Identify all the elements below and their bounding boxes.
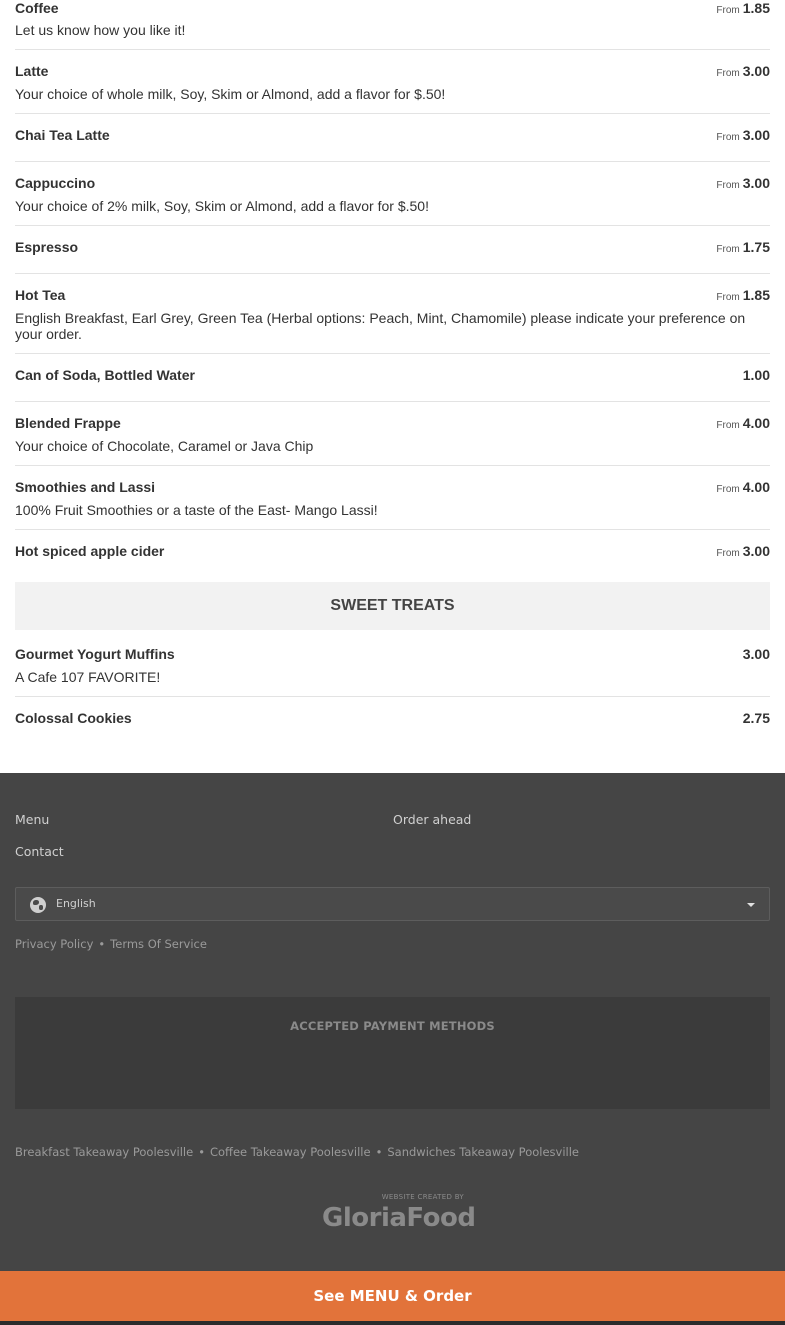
brand-name: GloriaFood bbox=[322, 1203, 476, 1233]
see-menu-order-button[interactable]: See MENU & Order bbox=[0, 1271, 785, 1321]
price-value: 1.85 bbox=[742, 0, 770, 16]
bottom-strip bbox=[0, 1321, 785, 1325]
sweet-treats-list: Gourmet Yogurt Muffins 3.00 A Cafe 107 F… bbox=[15, 630, 770, 745]
menu-item[interactable]: Smoothies and Lassi From 4.00 100% Fruit … bbox=[15, 466, 770, 530]
menu-item-description: Let us know how you like it! bbox=[15, 22, 186, 38]
menu-item-price: From 3.00 bbox=[716, 63, 770, 79]
chevron-down-icon bbox=[747, 903, 755, 907]
menu-item-price: From 4.00 bbox=[716, 415, 770, 431]
price-value: 3.00 bbox=[742, 175, 770, 191]
terms-of-service-link[interactable]: Terms Of Service bbox=[110, 937, 207, 951]
menu-item[interactable]: Hot Tea From 1.85 English Breakfast, Earl… bbox=[15, 274, 770, 354]
menu-item[interactable]: Can of Soda, Bottled Water 1.00 bbox=[15, 354, 770, 402]
language-select[interactable]: English bbox=[15, 887, 770, 921]
menu-item-name: Cappuccino bbox=[15, 175, 96, 191]
menu-item-description: Your choice of Chocolate, Caramel or Jav… bbox=[15, 438, 314, 454]
gloriafood-logo[interactable]: WEBSITE CREATED BY GloriaFood bbox=[322, 1193, 476, 1233]
menu-item[interactable]: Espresso From 1.75 bbox=[15, 226, 770, 274]
menu-item-name: Coffee bbox=[15, 0, 59, 16]
menu-item[interactable]: Coffee From 1.85 Let us know how you like… bbox=[15, 0, 770, 50]
seo-link-sandwiches[interactable]: Sandwiches Takeaway Poolesville bbox=[387, 1145, 579, 1159]
price-prefix: From bbox=[716, 244, 740, 255]
menu-item-price: From 1.85 bbox=[716, 0, 770, 16]
globe-icon bbox=[30, 897, 46, 913]
seo-link-breakfast[interactable]: Breakfast Takeaway Poolesville bbox=[15, 1145, 193, 1159]
price-value: 3.00 bbox=[742, 63, 770, 79]
menu-item-price: From 1.75 bbox=[716, 239, 770, 255]
menu-item[interactable]: Cappuccino From 3.00 Your choice of 2% mi… bbox=[15, 162, 770, 226]
price-value: 1.75 bbox=[742, 239, 770, 255]
menu-item-description: 100% Fruit Smoothies or a taste of the E… bbox=[15, 502, 378, 518]
menu-item-description: English Breakfast, Earl Grey, Green Tea … bbox=[15, 310, 746, 342]
brand-created-by: WEBSITE CREATED BY bbox=[381, 1193, 464, 1201]
price-prefix: From bbox=[716, 548, 740, 559]
menu-item-name: Gourmet Yogurt Muffins bbox=[15, 646, 175, 662]
seo-link-coffee[interactable]: Coffee Takeaway Poolesville bbox=[210, 1145, 371, 1159]
payment-methods-title: ACCEPTED PAYMENT METHODS bbox=[290, 1019, 495, 1033]
footer-link-contact[interactable]: Contact bbox=[15, 844, 64, 859]
payment-methods-box: ACCEPTED PAYMENT METHODS bbox=[15, 997, 770, 1109]
menu-item-price: From 1.85 bbox=[716, 287, 770, 303]
price-value: 1.85 bbox=[742, 287, 770, 303]
menu-list: Coffee From 1.85 Let us know how you like… bbox=[15, 0, 770, 578]
price-prefix: From bbox=[716, 292, 740, 303]
price-prefix: From bbox=[716, 132, 740, 143]
price-prefix: From bbox=[716, 420, 740, 431]
site-footer: Menu Order ahead Contact English Privacy… bbox=[0, 773, 785, 1271]
price-prefix: From bbox=[716, 484, 740, 495]
price-prefix: From bbox=[716, 5, 740, 16]
footer-link-order-ahead[interactable]: Order ahead bbox=[393, 812, 471, 827]
menu-item[interactable]: Colossal Cookies 2.75 bbox=[15, 697, 770, 745]
separator: • bbox=[375, 1145, 383, 1159]
price-prefix: From bbox=[716, 68, 740, 79]
menu-item-name: Chai Tea Latte bbox=[15, 127, 110, 143]
price-value: 4.00 bbox=[742, 415, 770, 431]
menu-item-price: From 3.00 bbox=[716, 175, 770, 191]
menu-item-name: Colossal Cookies bbox=[15, 710, 132, 726]
menu-item-name: Smoothies and Lassi bbox=[15, 479, 156, 495]
price-value: 4.00 bbox=[742, 479, 770, 495]
menu-item-price: 1.00 bbox=[740, 367, 770, 383]
menu-item-name: Hot spiced apple cider bbox=[15, 543, 165, 559]
menu-item-description: Your choice of 2% milk, Soy, Skim or Alm… bbox=[15, 198, 429, 214]
menu-item[interactable]: Gourmet Yogurt Muffins 3.00 A Cafe 107 F… bbox=[15, 630, 770, 697]
price-value: 3.00 bbox=[742, 646, 770, 662]
section-title-sweet-treats: SWEET TREATS bbox=[15, 582, 770, 630]
menu-item[interactable]: Chai Tea Latte From 3.00 bbox=[15, 114, 770, 162]
menu-item-price: 3.00 bbox=[740, 646, 770, 662]
price-value: 3.00 bbox=[742, 127, 770, 143]
menu-item-name: Blended Frappe bbox=[15, 415, 121, 431]
menu-item-price: From 4.00 bbox=[716, 479, 770, 495]
seo-links: Breakfast Takeaway Poolesville • Coffee Ta… bbox=[15, 1145, 579, 1159]
price-prefix: From bbox=[716, 180, 740, 191]
menu-item-description: Your choice of whole milk, Soy, Skim or … bbox=[15, 86, 446, 102]
menu-item[interactable]: Hot spiced apple cider From 3.00 bbox=[15, 530, 770, 578]
price-value: 2.75 bbox=[742, 710, 770, 726]
menu-item-name: Espresso bbox=[15, 239, 79, 255]
separator: • bbox=[98, 937, 106, 951]
footer-link-menu[interactable]: Menu bbox=[15, 812, 49, 827]
menu-item[interactable]: Latte From 3.00 Your choice of whole milk… bbox=[15, 50, 770, 114]
language-selected: English bbox=[56, 897, 96, 910]
menu-item-price: From 3.00 bbox=[716, 543, 770, 559]
menu-item-price: 2.75 bbox=[740, 710, 770, 726]
price-value: 1.00 bbox=[742, 367, 770, 383]
legal-links: Privacy Policy • Terms Of Service bbox=[15, 937, 207, 951]
price-value: 3.00 bbox=[742, 543, 770, 559]
menu-item-name: Latte bbox=[15, 63, 49, 79]
menu-item-name: Hot Tea bbox=[15, 287, 66, 303]
menu-item-description: A Cafe 107 FAVORITE! bbox=[15, 669, 161, 685]
menu-item-price: From 3.00 bbox=[716, 127, 770, 143]
menu-item-name: Can of Soda, Bottled Water bbox=[15, 367, 195, 383]
privacy-policy-link[interactable]: Privacy Policy bbox=[15, 937, 93, 951]
separator: • bbox=[198, 1145, 205, 1159]
menu-item[interactable]: Blended Frappe From 4.00 Your choice of C… bbox=[15, 402, 770, 466]
